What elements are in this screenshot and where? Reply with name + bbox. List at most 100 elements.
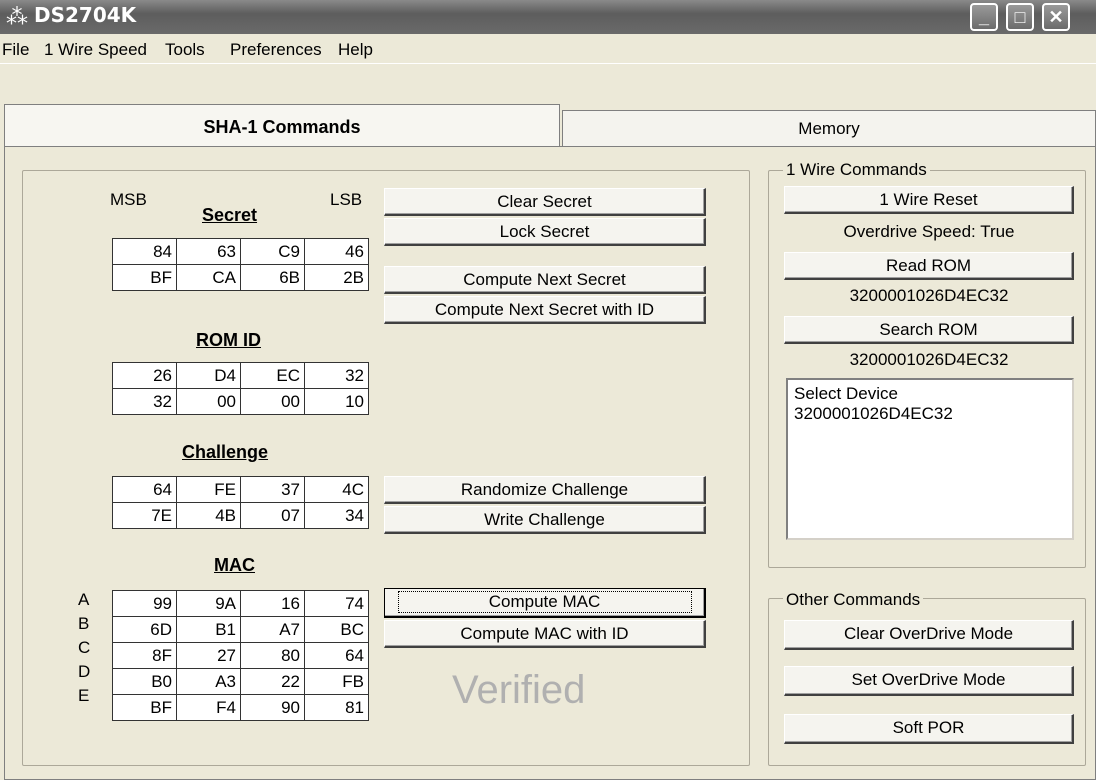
minimize-icon[interactable]: _ — [970, 3, 998, 31]
compute-mac-id-button[interactable]: Compute MAC with ID — [384, 620, 706, 648]
rom-id-heading: ROM ID — [196, 330, 261, 350]
compute-next-secret-id-button[interactable]: Compute Next Secret with ID — [384, 296, 706, 324]
search-rom-value: 3200001026D4EC32 — [849, 350, 1009, 369]
set-overdrive-button[interactable]: Set OverDrive Mode — [784, 666, 1074, 696]
table-row: 8F 27 80 64 — [112, 642, 369, 669]
table-row: 84 63 C9 46 — [112, 238, 369, 265]
table-row: 32 00 00 10 — [112, 388, 369, 415]
compute-next-secret-button[interactable]: Compute Next Secret — [384, 266, 706, 294]
mac-cell: 6D — [112, 616, 177, 643]
overdrive-status: Overdrive Speed: True — [843, 222, 1015, 241]
lock-secret-button[interactable]: Lock Secret — [384, 218, 706, 246]
rom-id-grid: 26 D4 EC 32 32 00 00 10 — [112, 362, 369, 415]
table-row: 6D B1 A7 BC — [112, 616, 369, 643]
rom-id-cell: EC — [240, 362, 305, 389]
secret-cell[interactable]: C9 — [240, 238, 305, 265]
tab-memory[interactable]: Memory — [562, 110, 1096, 146]
mac-row-label: E — [78, 686, 90, 705]
secret-grid: 84 63 C9 46 BF CA 6B 2B — [112, 238, 369, 291]
list-item[interactable]: 3200001026D4EC32 — [794, 404, 1066, 424]
mac-row-label: B — [78, 614, 90, 633]
close-icon[interactable]: ✕ — [1042, 3, 1070, 31]
mac-row-label: A — [78, 590, 90, 609]
secret-cell[interactable]: 6B — [240, 264, 305, 291]
mac-cell: A3 — [176, 668, 241, 695]
clear-secret-button[interactable]: Clear Secret — [384, 188, 706, 216]
soft-por-button[interactable]: Soft POR — [784, 714, 1074, 744]
mac-cell: 81 — [304, 694, 369, 721]
device-list[interactable]: Select Device 3200001026D4EC32 — [786, 378, 1074, 540]
secret-cell[interactable]: 46 — [304, 238, 369, 265]
other-commands-title: Other Commands — [783, 590, 924, 610]
challenge-cell[interactable]: 4B — [176, 502, 241, 529]
secret-heading: Secret — [202, 205, 258, 225]
mac-row-label: C — [78, 638, 91, 657]
challenge-grid: 64 FE 37 4C 7E 4B 07 34 — [112, 476, 369, 529]
mac-cell: FB — [304, 668, 369, 695]
clear-overdrive-button[interactable]: Clear OverDrive Mode — [784, 620, 1074, 650]
tab-sha1-commands[interactable]: SHA-1 Commands — [4, 104, 560, 148]
challenge-cell[interactable]: 37 — [240, 476, 305, 503]
menu-file[interactable]: File — [2, 40, 29, 60]
mac-cell: 90 — [240, 694, 305, 721]
secret-cell[interactable]: CA — [176, 264, 241, 291]
table-row: BF CA 6B 2B — [112, 264, 369, 291]
rom-id-cell: 32 — [304, 362, 369, 389]
mac-cell: 9A — [176, 590, 241, 617]
mac-cell: BC — [304, 616, 369, 643]
menu-help[interactable]: Help — [338, 40, 373, 60]
challenge-cell[interactable]: 7E — [112, 502, 177, 529]
title-bar[interactable]: ⁂ DS2704K _ □ ✕ — [0, 0, 1096, 34]
challenge-cell[interactable]: FE — [176, 476, 241, 503]
secret-cell[interactable]: 63 — [176, 238, 241, 265]
menu-wire-speed[interactable]: 1 Wire Speed — [44, 40, 147, 60]
table-row: B0 A3 22 FB — [112, 668, 369, 695]
mac-cell: 80 — [240, 642, 305, 669]
wire-reset-button[interactable]: 1 Wire Reset — [784, 186, 1074, 214]
read-rom-button[interactable]: Read ROM — [784, 252, 1074, 280]
verified-status: Verified — [452, 668, 586, 712]
mac-cell: 74 — [304, 590, 369, 617]
rom-id-cell: 32 — [112, 388, 177, 415]
mac-grid: 99 9A 16 74 6D B1 A7 BC 8F 27 80 64 B0 A… — [112, 590, 369, 721]
challenge-cell[interactable]: 4C — [304, 476, 369, 503]
maximize-icon[interactable]: □ — [1006, 3, 1034, 31]
secret-cell[interactable]: 84 — [112, 238, 177, 265]
mac-heading: MAC — [214, 555, 255, 575]
menu-tools[interactable]: Tools — [165, 40, 205, 60]
mac-cell: B0 — [112, 668, 177, 695]
list-item[interactable]: Select Device — [794, 384, 1066, 404]
rom-id-cell: 10 — [304, 388, 369, 415]
table-row: 99 9A 16 74 — [112, 590, 369, 617]
compute-mac-label: Compute MAC — [397, 591, 692, 613]
mac-row-label: D — [78, 662, 91, 681]
rom-id-cell: 00 — [240, 388, 305, 415]
challenge-cell[interactable]: 07 — [240, 502, 305, 529]
mac-cell: F4 — [176, 694, 241, 721]
tab-sha1-label: SHA-1 Commands — [203, 117, 361, 137]
wire-commands-title: 1 Wire Commands — [783, 160, 930, 180]
mac-cell: 99 — [112, 590, 177, 617]
mac-cell: BF — [112, 694, 177, 721]
table-row: 26 D4 EC 32 — [112, 362, 369, 389]
mac-cell: 22 — [240, 668, 305, 695]
msb-label: MSB — [110, 190, 147, 209]
tab-memory-label: Memory — [798, 119, 860, 138]
write-challenge-button[interactable]: Write Challenge — [384, 506, 706, 534]
mac-cell: B1 — [176, 616, 241, 643]
challenge-cell[interactable]: 34 — [304, 502, 369, 529]
table-row: 64 FE 37 4C — [112, 476, 369, 503]
rom-id-cell: D4 — [176, 362, 241, 389]
menu-preferences[interactable]: Preferences — [230, 40, 322, 60]
challenge-cell[interactable]: 64 — [112, 476, 177, 503]
mac-cell: 64 — [304, 642, 369, 669]
lsb-label: LSB — [330, 190, 363, 209]
menu-bar: File 1 Wire Speed Tools Preferences Help — [0, 34, 1096, 64]
search-rom-button[interactable]: Search ROM — [784, 316, 1074, 344]
mac-cell: 8F — [112, 642, 177, 669]
secret-cell[interactable]: 2B — [304, 264, 369, 291]
compute-mac-button[interactable]: Compute MAC — [384, 588, 706, 618]
mac-cell: A7 — [240, 616, 305, 643]
randomize-challenge-button[interactable]: Randomize Challenge — [384, 476, 706, 504]
secret-cell[interactable]: BF — [112, 264, 177, 291]
